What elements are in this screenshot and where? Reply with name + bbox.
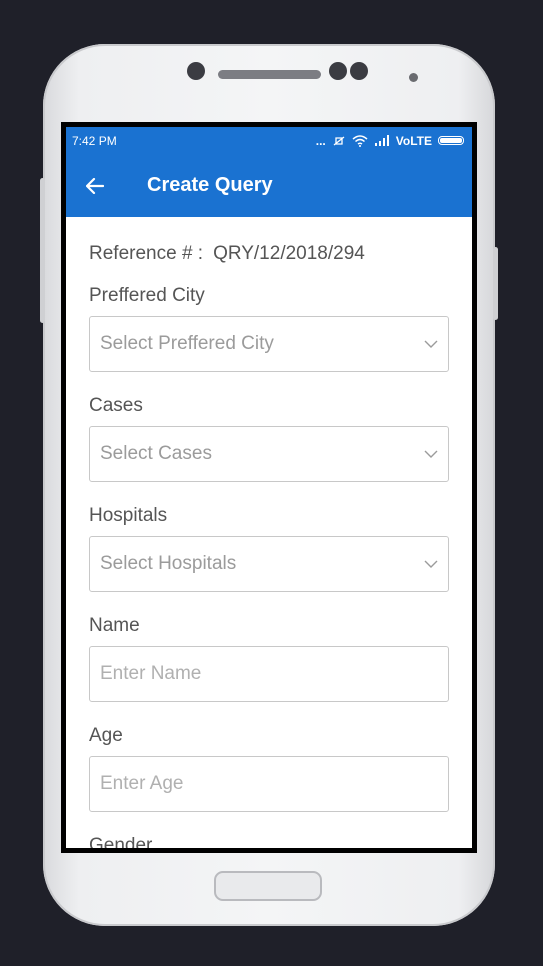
wifi-icon <box>352 134 368 147</box>
status-icons: ... VoLTE <box>316 134 464 148</box>
city-label: Preffered City <box>89 285 205 306</box>
hospitals-placeholder: Select Hospitals <box>100 553 237 574</box>
sensor-icon <box>350 62 368 80</box>
chevron-down-icon <box>424 337 438 351</box>
app-screen: 7:42 PM ... VoLTE Create Query Reference… <box>66 127 472 848</box>
app-bar: Create Query <box>66 154 472 217</box>
name-field[interactable]: Enter Name <box>89 646 449 702</box>
age-label: Age <box>89 725 123 746</box>
network-type: VoLTE <box>395 133 432 148</box>
proximity-sensor-icon <box>409 73 418 82</box>
age-field[interactable]: Enter Age <box>89 756 449 812</box>
home-button[interactable] <box>214 871 322 901</box>
cases-placeholder: Select Cases <box>100 443 212 464</box>
reference-value: QRY/12/2018/294 <box>213 243 365 264</box>
hospitals-label: Hospitals <box>89 505 168 526</box>
name-label: Name <box>89 615 140 636</box>
chevron-down-icon <box>424 447 438 461</box>
name-placeholder: Enter Name <box>100 663 202 684</box>
chevron-down-icon <box>424 557 438 571</box>
battery-icon <box>438 136 464 145</box>
status-time: 7:42 PM <box>72 133 117 148</box>
phone-side-button-right <box>493 247 498 320</box>
cases-dropdown[interactable]: Select Cases <box>89 426 449 482</box>
front-camera-icon <box>187 62 205 80</box>
status-bar: 7:42 PM ... VoLTE <box>66 127 472 154</box>
signal-icon <box>374 135 389 146</box>
more-dots-icon: ... <box>315 133 326 148</box>
hospitals-dropdown[interactable]: Select Hospitals <box>89 536 449 592</box>
city-placeholder: Select Preffered City <box>100 333 274 354</box>
query-form: Reference # : QRY/12/2018/294 Preffered … <box>66 217 472 848</box>
sensor-icon <box>329 62 347 80</box>
gender-label: Gender <box>89 835 153 848</box>
reference-label: Reference # : <box>89 243 204 264</box>
reference-row: Reference # : QRY/12/2018/294 <box>89 243 449 265</box>
page-title: Create Query <box>147 174 273 196</box>
city-dropdown[interactable]: Select Preffered City <box>89 316 449 372</box>
vibrate-off-icon <box>333 135 345 146</box>
cases-label: Cases <box>89 395 143 416</box>
back-arrow-icon[interactable] <box>86 177 106 194</box>
phone-side-button-left <box>40 178 45 323</box>
phone-speaker <box>218 70 321 79</box>
age-placeholder: Enter Age <box>100 773 184 794</box>
